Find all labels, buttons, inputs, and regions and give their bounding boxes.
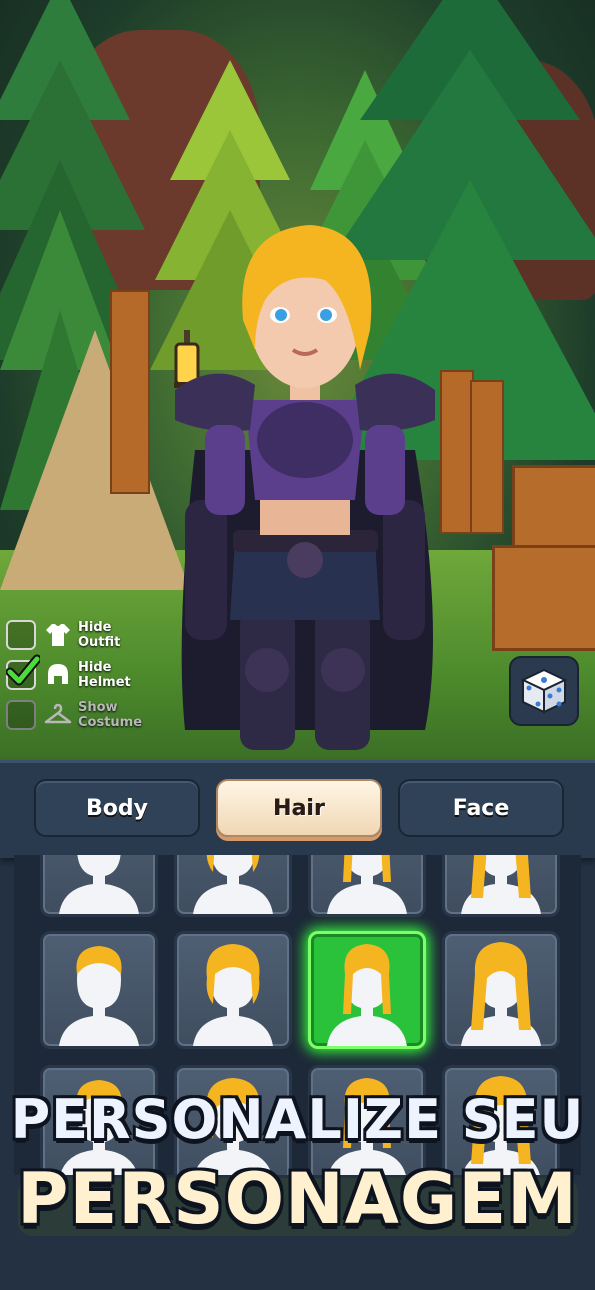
wooden-fence [470,380,504,534]
hair-option[interactable] [442,931,560,1049]
label-hide-helmet: Hide Helmet [78,660,131,690]
hair-preview-icon [59,855,139,914]
wooden-crate [492,545,595,651]
helmet-icon [48,664,68,684]
wooden-fence [110,290,150,494]
character-preview-scene[interactable]: Hide Outfit Hide Helmet Show Costume [0,0,595,760]
mannequin-bust [327,855,407,914]
shirt-icon [46,624,70,646]
mannequin-bust [59,855,139,914]
hanger-icon [44,703,72,724]
hair-option[interactable] [40,855,158,917]
toggle-hide-helmet[interactable]: Hide Helmet [6,654,156,695]
promo-headline-line1: PERSONALIZE SEU [10,1088,585,1151]
label-hide-outfit: Hide Outfit [78,620,121,650]
promo-headline-line2: PERSONAGEM [17,1158,578,1240]
toggle-hide-outfit[interactable]: Hide Outfit [6,615,156,655]
hair-preview-icon [193,855,273,914]
toggle-show-costume[interactable]: Show Costume [6,695,156,735]
mannequin-bust [59,952,139,1046]
tab-face[interactable]: Face [398,779,564,837]
hair-preview-icon [327,855,407,914]
checkmark-icon [6,654,40,686]
checkbox-hide-helmet[interactable] [6,654,40,690]
hair-option[interactable] [174,855,292,917]
category-tabs: Body Hair Face [0,760,595,858]
label-show-costume: Show Costume [78,700,143,730]
hair-preview-icon [461,942,541,1046]
tab-hair[interactable]: Hair [216,779,382,837]
hair-preview-icon [461,855,541,914]
hair-option[interactable] [308,855,426,917]
randomize-button[interactable] [509,656,579,726]
hair-option[interactable] [40,931,158,1049]
tab-body-label: Body [86,795,148,821]
player-character[interactable] [155,210,455,760]
hair-option[interactable] [442,855,560,917]
hair-preview-icon [193,944,273,1046]
hair-option-selected[interactable] [308,931,426,1049]
visibility-toggles: Hide Outfit Hide Helmet Show Costume [6,615,156,735]
checkbox-show-costume[interactable] [6,700,36,730]
hair-preview-icon [327,944,407,1046]
dice-icon [520,668,568,714]
mannequin-bust [193,855,273,914]
tab-face-label: Face [452,795,510,821]
hair-option[interactable] [174,931,292,1049]
tab-body[interactable]: Body [34,779,200,837]
tab-hair-label: Hair [273,795,325,821]
checkbox-hide-outfit[interactable] [6,620,36,650]
hair-preview-icon [59,946,139,1046]
